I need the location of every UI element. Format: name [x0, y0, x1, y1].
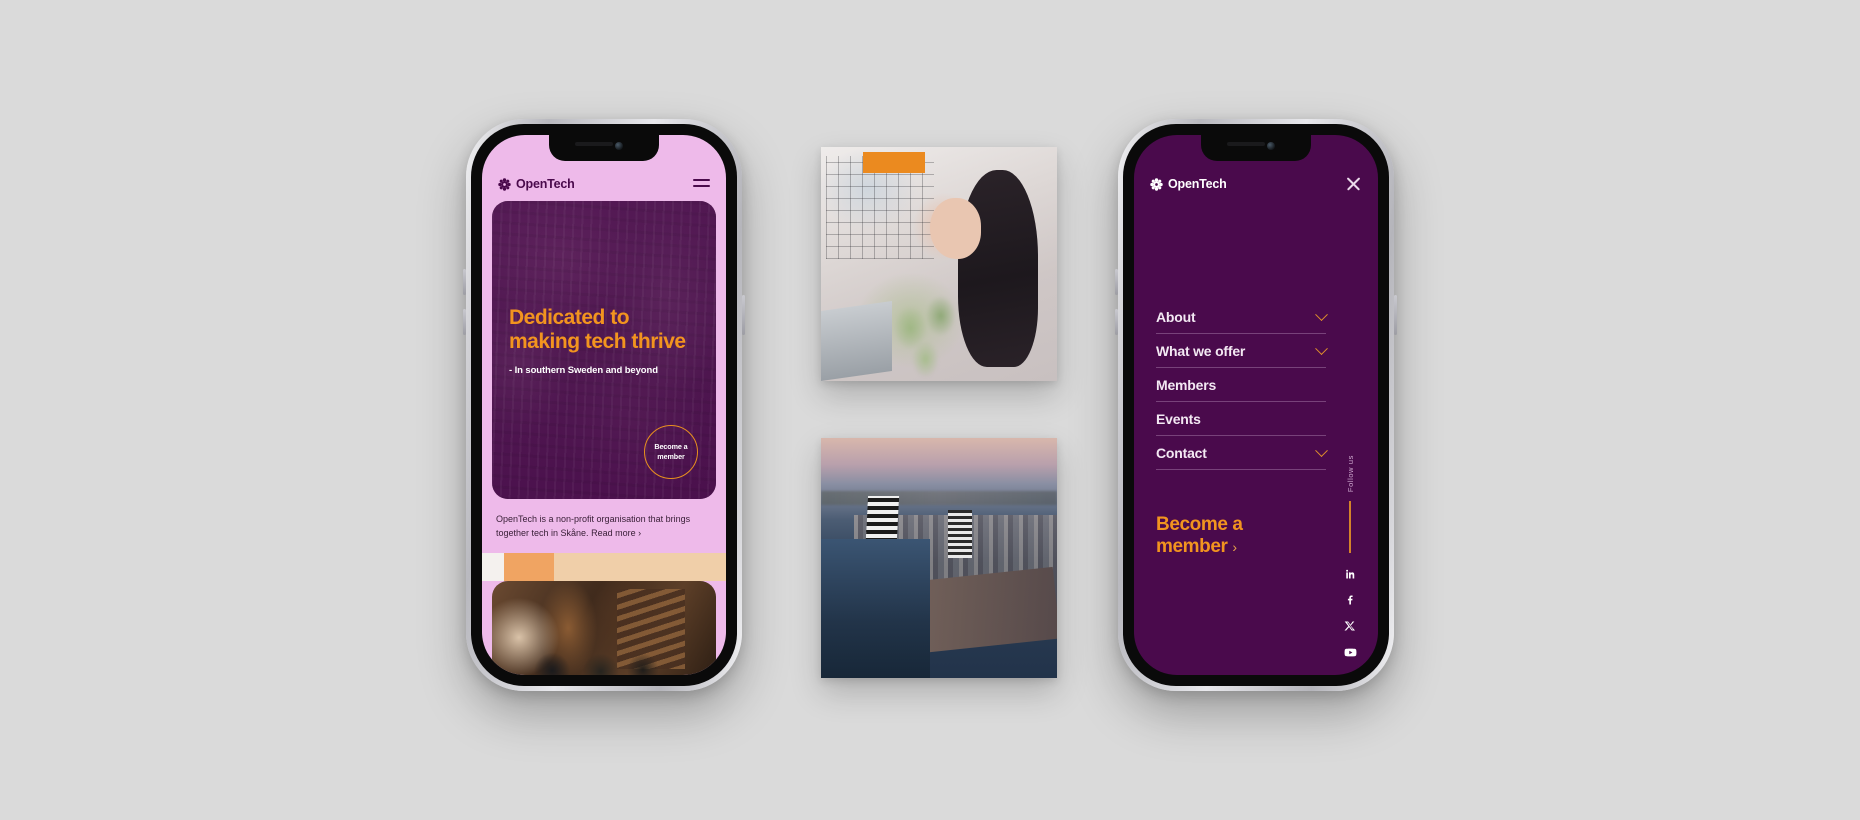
right-phone-screen: OpenTech About What we offer Members Eve…	[1134, 135, 1378, 675]
follow-us-label: Follow us	[1345, 455, 1355, 493]
hero-text-block: Dedicated to making tech thrive - In sou…	[509, 306, 699, 376]
front-camera	[615, 142, 623, 150]
photo-detail	[948, 510, 973, 558]
photo-detail	[877, 287, 987, 381]
stripe-left-gap	[482, 553, 504, 581]
hero-subtitle: - In southern Sweden and beyond	[509, 365, 658, 377]
nav-item-members[interactable]: Members	[1156, 368, 1326, 402]
hero-title: Dedicated to making tech thrive	[509, 306, 686, 353]
chevron-down-icon[interactable]	[1315, 341, 1328, 355]
brand-name: OpenTech	[516, 177, 575, 191]
hamburger-line	[693, 185, 710, 187]
right-phone-device: OpenTech About What we offer Members Eve…	[1115, 119, 1397, 691]
become-a-member-link[interactable]: Become a member ›	[1156, 514, 1316, 559]
become-a-member-label: Become a member	[654, 442, 688, 461]
follow-divider-line	[1349, 501, 1351, 554]
brand-name: OpenTech	[1168, 177, 1227, 191]
photo-woman-at-desk	[821, 147, 1057, 381]
nav-item-label: About	[1156, 309, 1196, 325]
intro-paragraph: OpenTech is a non-profit organisation th…	[482, 499, 726, 540]
mobile-nav-menu: About What we offer Members Events Conta…	[1134, 299, 1346, 470]
phone-notch	[1201, 135, 1311, 161]
earpiece-speaker	[1227, 142, 1265, 146]
brand-logo[interactable]: OpenTech	[1150, 177, 1227, 191]
read-more-link[interactable]: Read more ›	[591, 528, 641, 538]
photo-detail	[821, 538, 930, 678]
phone-volume-buttons	[463, 269, 466, 295]
left-phone-device: OpenTech Dedicated to making tech thrive…	[463, 119, 745, 691]
phone-notch	[549, 135, 659, 161]
photo-detail	[821, 490, 1057, 506]
nav-item-what-we-offer[interactable]: What we offer	[1156, 334, 1328, 368]
youtube-icon[interactable]	[1343, 645, 1357, 659]
nav-item-label: Members	[1156, 377, 1217, 393]
front-camera	[1267, 142, 1275, 150]
stripe-orange-block	[504, 553, 554, 581]
cta-line-2: member	[1156, 536, 1228, 558]
opentech-flower-logo-icon	[498, 177, 511, 191]
linkedin-icon[interactable]	[1343, 567, 1357, 581]
left-phone-screen: OpenTech Dedicated to making tech thrive…	[482, 135, 726, 675]
become-a-member-circle-button[interactable]: Become a member	[644, 425, 698, 479]
hamburger-icon[interactable]	[693, 175, 710, 191]
nav-item-about[interactable]: About	[1156, 299, 1328, 334]
chevron-down-icon[interactable]	[1315, 443, 1328, 457]
nav-item-events[interactable]: Events	[1156, 402, 1326, 436]
opentech-flower-logo-icon	[1150, 177, 1163, 191]
phone-volume-buttons	[463, 309, 466, 335]
accent-stripe	[482, 553, 726, 581]
phone-power-button	[742, 295, 745, 335]
phone-power-button	[1394, 295, 1397, 335]
nav-item-contact[interactable]: Contact	[1156, 436, 1328, 470]
chevron-down-icon[interactable]	[1315, 307, 1328, 321]
x-twitter-icon[interactable]	[1343, 619, 1357, 633]
photo-city-waterfront	[821, 438, 1057, 678]
nav-item-label: Events	[1156, 411, 1201, 427]
mockup-stage: OpenTech Dedicated to making tech thrive…	[0, 0, 1860, 820]
cta-line-1: Become a	[1156, 514, 1243, 535]
photo-detail	[929, 198, 982, 260]
brand-logo[interactable]: OpenTech	[498, 177, 575, 191]
phone-volume-buttons	[1115, 309, 1118, 335]
hamburger-line	[693, 179, 710, 181]
phone-volume-buttons	[1115, 269, 1118, 295]
close-icon[interactable]	[1345, 174, 1362, 191]
hero-card: Dedicated to making tech thrive - In sou…	[492, 201, 716, 499]
nav-item-label: Contact	[1156, 445, 1207, 461]
bottom-section-photo	[492, 581, 716, 675]
earpiece-speaker	[575, 142, 613, 146]
nav-item-label: What we offer	[1156, 343, 1246, 359]
arrow-right-icon: ›	[1232, 539, 1237, 556]
facebook-icon[interactable]	[1343, 593, 1357, 607]
follow-us-rail: Follow us	[1336, 455, 1364, 671]
